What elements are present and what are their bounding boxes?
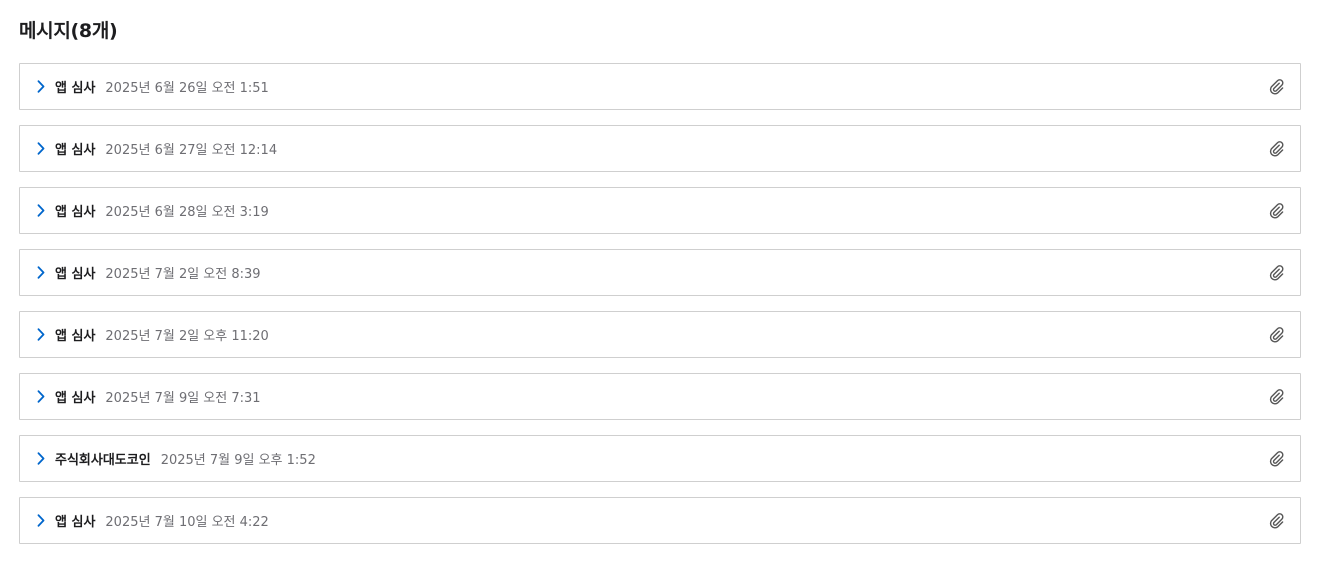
chevron-right-icon[interactable] [36,390,46,404]
message-date: 2025년 7월 9일 오후 1:52 [160,453,316,468]
message-sender: 앱 심사 [55,81,96,96]
page-title: 메시지(8개) [19,20,118,42]
message-date: 2025년 6월 27일 오전 12:14 [105,143,278,158]
paperclip-icon [1269,264,1285,282]
message-row[interactable]: 앱 심사 2025년 6월 26일 오전 1:51 [19,63,1301,110]
message-row[interactable]: 앱 심사 2025년 7월 2일 오전 8:39 [19,249,1301,296]
message-date: 2025년 7월 9일 오전 7:31 [105,391,261,406]
message-date: 2025년 6월 26일 오전 1:51 [105,81,269,96]
message-sender: 주식회사대도코인 [55,453,151,468]
message-sender: 앱 심사 [55,267,96,282]
paperclip-icon [1269,78,1285,96]
message-sender: 앱 심사 [55,205,96,220]
message-date: 2025년 6월 28일 오전 3:19 [105,205,269,220]
chevron-right-icon[interactable] [36,328,46,342]
message-date: 2025년 7월 10일 오전 4:22 [105,515,269,530]
message-date: 2025년 7월 2일 오전 8:39 [105,267,261,282]
paperclip-icon [1269,140,1285,158]
paperclip-icon [1269,512,1285,530]
message-row[interactable]: 앱 심사 2025년 7월 10일 오전 4:22 [19,497,1301,544]
chevron-right-icon[interactable] [36,204,46,218]
chevron-right-icon[interactable] [36,80,46,94]
message-sender: 앱 심사 [55,143,96,158]
paperclip-icon [1269,450,1285,468]
message-sender: 앱 심사 [55,391,96,406]
chevron-right-icon[interactable] [36,514,46,528]
message-row[interactable]: 앱 심사 2025년 7월 2일 오후 11:20 [19,311,1301,358]
message-row[interactable]: 주식회사대도코인 2025년 7월 9일 오후 1:52 [19,435,1301,482]
message-date: 2025년 7월 2일 오후 11:20 [105,329,269,344]
paperclip-icon [1269,326,1285,344]
message-row[interactable]: 앱 심사 2025년 6월 27일 오전 12:14 [19,125,1301,172]
chevron-right-icon[interactable] [36,452,46,466]
message-row[interactable]: 앱 심사 2025년 7월 9일 오전 7:31 [19,373,1301,420]
message-row[interactable]: 앱 심사 2025년 6월 28일 오전 3:19 [19,187,1301,234]
chevron-right-icon[interactable] [36,266,46,280]
message-sender: 앱 심사 [55,329,96,344]
messages-panel: 메시지(8개) 앱 심사 2025년 6월 26일 오전 1:51 앱 심사 2… [19,0,1301,559]
message-list: 앱 심사 2025년 6월 26일 오전 1:51 앱 심사 2025년 6월 … [19,63,1301,544]
chevron-right-icon[interactable] [36,142,46,156]
paperclip-icon [1269,202,1285,220]
message-sender: 앱 심사 [55,515,96,530]
paperclip-icon [1269,388,1285,406]
